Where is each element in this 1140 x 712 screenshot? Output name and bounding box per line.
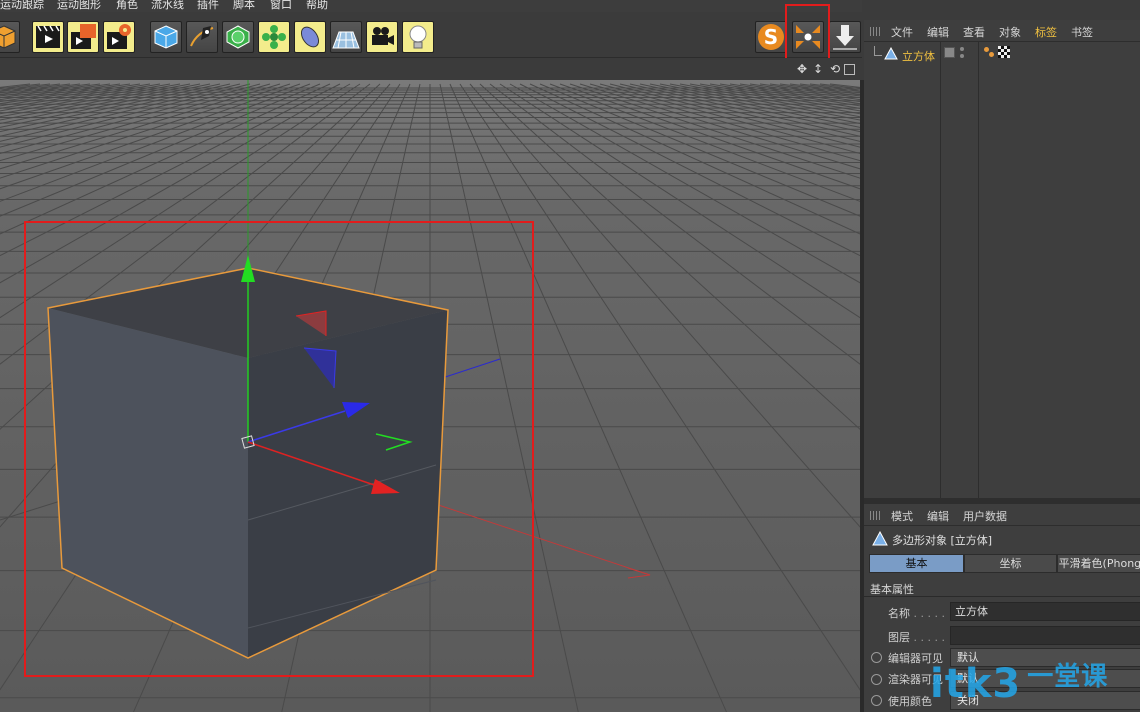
attribute-manager-menubar: 模式 编辑 用户数据 <box>864 504 1140 526</box>
render-to-picture-viewer-icon[interactable] <box>67 21 99 53</box>
menu-help[interactable]: 帮助 <box>306 0 328 12</box>
polygon-object-icon <box>884 47 898 60</box>
om-menu-file[interactable]: 文件 <box>891 24 913 40</box>
layer-label: 图层 . . . . . <box>888 631 945 644</box>
attribute-title: 多边形对象 [立方体] <box>892 534 993 547</box>
cube-primitive-icon[interactable] <box>150 21 182 53</box>
svg-text:S: S <box>764 25 778 49</box>
cube-object-icon[interactable] <box>0 21 20 53</box>
render-visible-radio[interactable] <box>871 674 882 685</box>
move-view-icon[interactable]: ✥ <box>795 62 809 76</box>
tab-coordinates[interactable]: 坐标 <box>964 554 1057 573</box>
menu-window[interactable]: 窗口 <box>270 0 292 12</box>
column-divider <box>940 42 941 498</box>
tag-dot-orange <box>984 47 989 52</box>
floor-environment-icon[interactable] <box>330 21 362 53</box>
editor-visible-radio[interactable] <box>871 652 882 663</box>
pen-spline-icon[interactable] <box>186 21 218 53</box>
menu-pipeline[interactable]: 流水线 <box>151 0 184 12</box>
visibility-editor-dot[interactable] <box>960 47 964 51</box>
om-menu-edit[interactable]: 编辑 <box>927 24 949 40</box>
object-manager-menubar: 文件 编辑 查看 对象 标签 书签 <box>864 20 1140 42</box>
section-divider <box>864 596 1140 597</box>
texture-tag-icon[interactable] <box>998 46 1010 58</box>
object-name-cube[interactable]: 立方体 <box>902 48 935 64</box>
menu-motion-tracking[interactable]: 运动跟踪 <box>0 0 44 12</box>
om-menu-view[interactable]: 查看 <box>963 24 985 40</box>
name-label: 名称 . . . . . <box>888 607 945 620</box>
highlight-box-cube <box>24 221 534 677</box>
menu-plugins[interactable]: 插件 <box>197 0 219 12</box>
camera-icon[interactable] <box>366 21 398 53</box>
object-manager: 文件 编辑 查看 对象 标签 书签 立方体 <box>864 20 1140 498</box>
drop-to-floor-icon[interactable] <box>829 21 861 53</box>
render-settings-icon[interactable] <box>103 21 135 53</box>
dolly-view-icon[interactable]: ↕ <box>811 62 825 76</box>
panel-grip-icon[interactable] <box>870 511 882 520</box>
watermark-logo: itk3 一堂课 <box>930 661 1109 707</box>
tree-line <box>874 46 882 56</box>
rotate-view-icon[interactable]: ⟲ <box>828 62 842 76</box>
maximize-view-icon[interactable] <box>844 64 855 75</box>
polygon-object-icon <box>872 531 888 546</box>
cloner-icon[interactable] <box>258 21 290 53</box>
section-basic-properties: 基本属性 <box>870 583 914 596</box>
use-color-radio[interactable] <box>871 695 882 706</box>
layer-field[interactable] <box>950 626 1140 645</box>
menu-character[interactable]: 角色 <box>116 0 138 12</box>
tab-basic[interactable]: 基本 <box>869 554 964 573</box>
am-menu-edit[interactable]: 编辑 <box>927 508 949 524</box>
om-menu-bookmarks[interactable]: 书签 <box>1071 24 1093 40</box>
cinema4d-window: 运动跟踪 运动图形 角色 流水线 插件 脚本 窗口 帮助 S ✥ ↕ ⟲ 文件 … <box>0 0 1140 712</box>
name-field[interactable]: 立方体 <box>950 602 1140 621</box>
om-menu-objects[interactable]: 对象 <box>999 24 1021 40</box>
layer-icon[interactable] <box>944 47 955 58</box>
snap-s-icon[interactable]: S <box>755 21 787 53</box>
render-view-icon[interactable] <box>32 21 64 53</box>
am-menu-user-data[interactable]: 用户数据 <box>963 508 1007 524</box>
main-menu-bar: 运动跟踪 运动图形 角色 流水线 插件 脚本 窗口 帮助 <box>0 0 862 12</box>
use-color-label: 使用颜色 <box>888 695 932 708</box>
subdivision-surface-icon[interactable] <box>222 21 254 53</box>
deformer-icon[interactable] <box>294 21 326 53</box>
column-divider <box>978 42 979 498</box>
main-toolbar: S <box>0 12 862 58</box>
menu-mograph[interactable]: 运动图形 <box>57 0 101 12</box>
menu-script[interactable]: 脚本 <box>233 0 255 12</box>
visibility-render-dot[interactable] <box>960 54 964 58</box>
tab-phong[interactable]: 平滑着色(Phong) <box>1057 554 1140 573</box>
light-icon[interactable] <box>402 21 434 53</box>
panel-grip-icon[interactable] <box>870 27 882 36</box>
tag-dot-orange <box>989 52 994 57</box>
om-menu-tags[interactable]: 标签 <box>1035 24 1057 40</box>
am-menu-mode[interactable]: 模式 <box>891 508 913 524</box>
